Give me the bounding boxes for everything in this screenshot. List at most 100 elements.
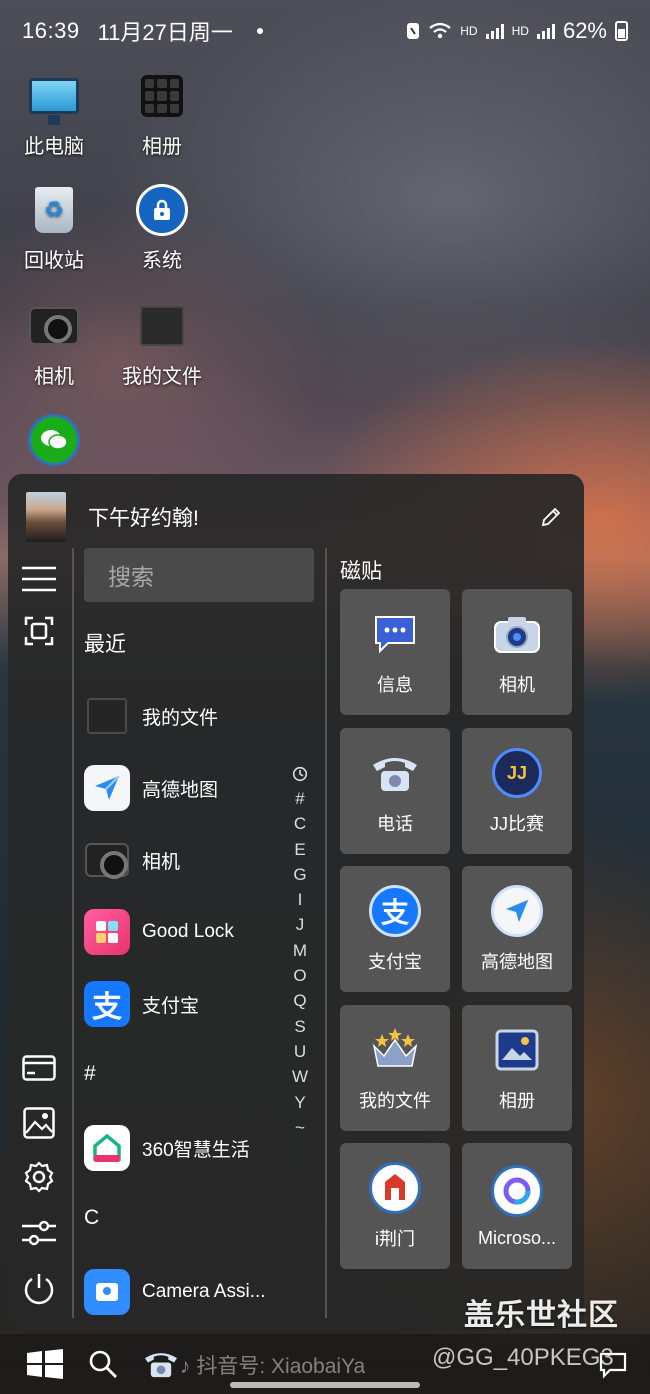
gallery-icon xyxy=(141,75,183,117)
list-item-camera-assistant[interactable]: Camera Assi... xyxy=(84,1264,266,1320)
chat-bubble-icon[interactable] xyxy=(590,1342,636,1388)
computer-icon xyxy=(29,78,79,125)
wallet-card-icon[interactable] xyxy=(20,1049,58,1087)
index-letter[interactable]: W xyxy=(292,1064,308,1089)
desktop-icon-label: 我的文件 xyxy=(122,366,202,388)
desktop-icon-my-files[interactable]: 我的文件 xyxy=(112,300,212,389)
tile-label: 相机 xyxy=(499,675,535,695)
taskbar-search-icon[interactable] xyxy=(80,1341,126,1387)
list-item-alipay[interactable]: 支 支付宝 xyxy=(84,976,199,1032)
my-files-icon xyxy=(84,693,130,739)
tile-label: 电话 xyxy=(377,814,413,834)
list-item-my-files[interactable]: 我的文件 xyxy=(84,688,218,744)
tile-jj[interactable]: JJ JJ比赛 xyxy=(462,728,572,854)
list-item-amap[interactable]: 高德地图 xyxy=(84,760,218,816)
ijingmen-icon xyxy=(368,1161,422,1215)
index-letter[interactable]: E xyxy=(294,837,305,862)
messages-icon xyxy=(368,607,422,661)
nfc-icon xyxy=(407,23,420,39)
section-header-c: C xyxy=(84,1206,100,1229)
wechat-icon xyxy=(28,414,80,466)
windows-start-icon[interactable] xyxy=(22,1341,68,1387)
index-letter[interactable]: I xyxy=(298,887,303,912)
tile-amap[interactable]: 高德地图 xyxy=(462,866,572,992)
tile-label: 支付宝 xyxy=(368,952,422,972)
screenshot-frame-icon[interactable] xyxy=(20,612,58,650)
battery-icon xyxy=(615,21,628,41)
index-letter[interactable]: U xyxy=(294,1039,306,1064)
douyin-id: XiaobaiYa xyxy=(271,1355,366,1378)
hamburger-menu-icon[interactable] xyxy=(20,560,58,598)
index-letter[interactable]: S xyxy=(294,1014,305,1039)
gesture-handle[interactable] xyxy=(230,1382,420,1388)
app-name: 我的文件 xyxy=(142,707,219,729)
tiles-section-title: 磁贴 xyxy=(340,560,382,583)
tile-label: 我的文件 xyxy=(359,1091,431,1111)
tile-label: i荆门 xyxy=(375,1229,415,1249)
jj-icon: JJ xyxy=(490,746,544,800)
search-input[interactable]: 搜索 xyxy=(84,548,314,602)
tile-gallery[interactable]: 相册 xyxy=(462,1005,572,1131)
tile-phone[interactable]: 电话 xyxy=(340,728,450,854)
index-letter[interactable]: Y xyxy=(294,1090,305,1115)
section-header-hash: # xyxy=(84,1062,96,1085)
desktop-icon-recycle-bin[interactable]: ♻ 回收站 xyxy=(4,184,104,273)
smart-life-icon xyxy=(84,1125,130,1171)
user-avatar[interactable] xyxy=(26,492,66,542)
desktop-icon-system[interactable]: 系统 xyxy=(112,184,212,273)
tile-alipay[interactable]: 支 支付宝 xyxy=(340,866,450,992)
edit-pencil-icon[interactable] xyxy=(536,502,566,532)
app-name: 支付宝 xyxy=(142,995,200,1017)
community-watermark: 盖乐世社区 xyxy=(464,1299,619,1332)
desktop-icon-gallery[interactable]: 相册 xyxy=(112,70,212,159)
status-time: 16:39 xyxy=(22,18,80,43)
signal-bars-icon-2 xyxy=(536,23,555,39)
amap-icon xyxy=(84,765,130,811)
douyin-logo-icon: ♪ xyxy=(180,1355,191,1378)
app-name: Camera Assi... xyxy=(142,1281,266,1302)
start-menu-panel: 下午好约翰! 搜索 最近 我的文件 高德地图 相机 Good Lock 支 支付… xyxy=(8,474,584,1329)
tile-my-files[interactable]: 我的文件 xyxy=(340,1005,450,1131)
status-date: 11月27日周一 xyxy=(97,20,233,45)
index-letter[interactable]: ~ xyxy=(295,1115,305,1140)
tile-ijingmen[interactable]: i荆门 xyxy=(340,1143,450,1269)
index-letter[interactable]: # xyxy=(295,786,304,811)
history-clock-icon[interactable] xyxy=(292,766,308,782)
alipay-icon: 支 xyxy=(84,981,130,1027)
taskbar-phone-icon[interactable] xyxy=(138,1341,184,1387)
index-letter[interactable]: O xyxy=(293,963,306,988)
douyin-watermark: ♪ 抖音号: XiaobaiYa xyxy=(180,1350,365,1380)
image-gallery-icon[interactable] xyxy=(20,1104,58,1142)
camera-icon xyxy=(490,607,544,661)
index-letter[interactable]: C xyxy=(294,811,306,836)
list-item-camera[interactable]: 相机 xyxy=(84,832,180,888)
desktop-icon-camera[interactable]: 相机 xyxy=(4,300,104,389)
tile-label: 相册 xyxy=(499,1091,535,1111)
desktop-icon-this-pc[interactable]: 此电脑 xyxy=(4,70,104,159)
alphabet-index[interactable]: # C E G I J M O Q S U W Y ~ xyxy=(290,766,310,1140)
settings-gear-icon[interactable] xyxy=(20,1158,58,1196)
panel-divider xyxy=(325,548,327,1318)
list-item-360-smart-life[interactable]: 360智慧生活 xyxy=(84,1120,250,1176)
signal-bars-icon-1 xyxy=(485,23,504,39)
tile-camera[interactable]: 相机 xyxy=(462,589,572,715)
camera-assistant-icon xyxy=(84,1269,130,1315)
network-hd-label-2: HD xyxy=(511,24,529,38)
index-letter[interactable]: J xyxy=(296,912,305,937)
sliders-adjust-icon[interactable] xyxy=(20,1214,58,1252)
list-item-good-lock[interactable]: Good Lock xyxy=(84,904,234,960)
power-icon[interactable] xyxy=(20,1270,58,1308)
desktop-icon-wechat[interactable] xyxy=(4,414,104,466)
phone-icon xyxy=(368,746,422,800)
index-letter[interactable]: M xyxy=(293,938,307,963)
camera-icon xyxy=(29,307,79,345)
tile-microsoft[interactable]: Microso... xyxy=(462,1143,572,1269)
good-lock-icon xyxy=(84,909,130,955)
app-name: Good Lock xyxy=(142,921,234,942)
system-lock-icon xyxy=(136,184,188,236)
index-letter[interactable]: G xyxy=(293,862,306,887)
index-letter[interactable]: Q xyxy=(293,988,306,1013)
start-left-rail xyxy=(8,560,72,1329)
my-files-icon xyxy=(140,306,184,346)
tile-messages[interactable]: 信息 xyxy=(340,589,450,715)
